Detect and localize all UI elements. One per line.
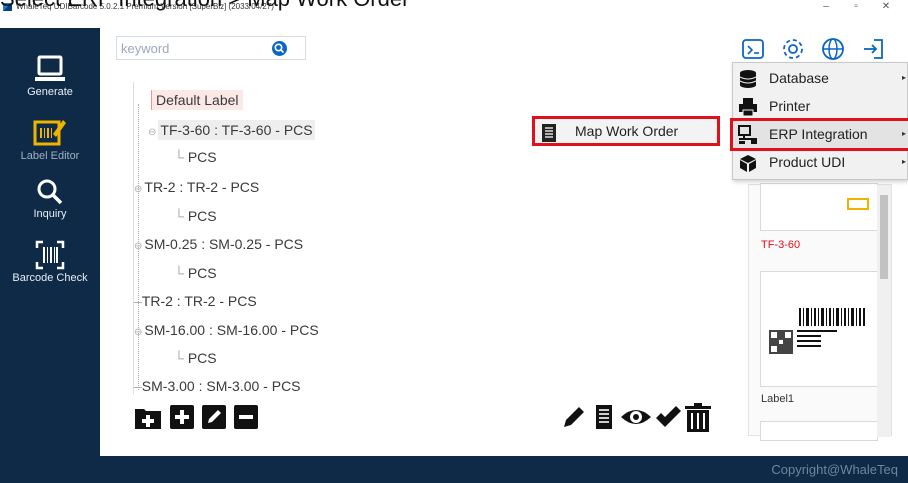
tree-row[interactable]: ⊖ SM-16.00 : SM-16.00 - PCS [134,322,319,338]
menuitem-printer[interactable]: Printer [733,93,908,121]
nav-inquiry-label: Inquiry [33,208,67,220]
main-panel: keyword Default Label ⊖ TF-3-60: TF-3-6… [100,28,908,456]
tree-row[interactable]: –TR-2 : TR-2 - PCS [134,293,257,309]
submenu-arrow-icon: ▸ [901,73,906,82]
tree-row[interactable]: └ PCS [174,208,217,224]
search-box[interactable]: keyword [116,36,306,60]
globe-icon[interactable] [820,36,846,62]
menuitem-erp-integration[interactable]: ERP Integration ▸ [730,118,908,151]
settings-dropdown-menu: Database ▸ Printer ERP Integration ▸ Pro… [730,62,908,180]
map-work-order-menuitem[interactable]: Map Work Order [532,116,720,146]
preview-eye-icon[interactable] [620,403,651,431]
tree-row-label[interactable]: TR-2 : TR-2 - PCS [144,179,259,195]
tree-row[interactable]: └ PCS [174,149,217,165]
menuitem-printer-label: Printer [769,98,811,114]
bottom-toolbar [134,400,734,434]
nav-generate-label: Generate [27,86,73,98]
printer-icon [739,98,757,117]
menuitem-erp-integration-label: ERP Integration [769,126,868,142]
tree-row-label[interactable]: SM-3.00 : SM-3.00 - PCS [142,378,301,394]
menuitem-database-label: Database [769,70,829,86]
logout-icon[interactable] [860,36,886,62]
thumbnail-label: Label1 [761,393,795,405]
footer-bar: Copyright@WhaleTeq [0,456,908,483]
tree-row-label[interactable]: SM-16.00 : SM-16.00 - PCS [144,322,318,338]
tree-row-label[interactable]: PCS [188,208,217,224]
tree-row[interactable]: ⊖ TF-3-60 : TF-3-60 - PCS [148,120,315,140]
nav-barcode-check[interactable]: Barcode Check [0,240,100,284]
remove-icon[interactable] [232,403,260,431]
label-thumbnail[interactable] [760,183,878,231]
barcode-preview-icon [769,308,865,354]
menuitem-product-udi-label: Product UDI [769,154,846,170]
magnifier-icon [37,179,63,205]
tree-row-label[interactable]: PCS [188,149,217,165]
check-icon[interactable] [654,403,682,431]
gear-icon[interactable] [780,36,806,62]
menuitem-product-udi[interactable]: Product UDI ▸ [733,149,908,177]
menuitem-database[interactable]: Database ▸ [733,65,908,93]
label-thumbnail-list: TF-3-60 Label1 [748,183,892,441]
tree-root[interactable]: Default Label [151,90,243,110]
laptop-icon [35,55,65,81]
edit-icon[interactable] [200,403,228,431]
tree-row[interactable]: ⊖ TR-2 : TR-2 - PCS [134,179,259,195]
tree-row-label[interactable]: SM-0.25 : SM-0.25 - PCS [144,236,303,252]
maximize-button[interactable]: ▫ [842,0,870,14]
submenu-arrow-icon: ▸ [901,157,906,166]
tree-row-label[interactable]: TR-2 : TR-2 - PCS [142,293,257,309]
label-thumbnail[interactable] [760,271,878,387]
instruction-caption: Select ERP Integration > Map Work Order [0,0,409,14]
thumbnail-scrollbar[interactable] [877,185,891,437]
map-work-order-label: Map Work Order [575,123,679,139]
tree-row-label[interactable]: PCS [188,265,217,281]
tree-root-label[interactable]: Default Label [151,90,243,110]
nav-inquiry[interactable]: Inquiry [0,178,100,220]
copyright-text: Copyright@WhaleTeq [771,462,898,477]
box-icon [740,155,756,172]
document-icon [542,124,556,142]
submenu-arrow-icon: ▸ [901,129,906,138]
nav-generate[interactable]: Generate [0,54,100,98]
close-button[interactable]: ✕ [872,0,900,14]
tree-row[interactable]: ⊖ SM-0.25 : SM-0.25 - PCS [134,236,303,252]
barcode-scan-icon [35,240,65,270]
scrollbar-thumb[interactable] [880,195,888,279]
tree-row-label[interactable]: PCS [188,350,217,366]
nav-barcode-check-label: Barcode Check [12,272,88,284]
pencil-icon[interactable] [560,403,588,431]
layout-icon[interactable] [740,36,766,62]
label-thumbnail[interactable] [760,421,878,441]
thumbnail-label: TF-3-60 [761,239,801,251]
tree-row[interactable]: └ PCS [174,265,217,281]
nav-label-editor[interactable]: Label Editor [0,116,100,162]
tree-row[interactable]: └ PCS [174,350,217,366]
search-input[interactable]: keyword [121,41,169,56]
network-icon [738,125,757,144]
minimize-button[interactable]: – [812,0,840,14]
database-icon [739,70,757,88]
trash-icon[interactable] [684,403,712,432]
add-item-icon[interactable] [168,403,196,431]
document-list-icon[interactable] [590,403,618,431]
search-icon[interactable] [272,41,287,56]
add-folder-icon[interactable] [134,403,162,431]
sidebar: Generate Label Editor Inquiry Barcode Ch… [0,28,100,456]
tree-row[interactable]: –SM-3.00 : SM-3.00 - PCS [134,378,301,394]
label-edit-icon [33,120,66,146]
nav-label-editor-label: Label Editor [20,150,80,162]
tree-row-label[interactable]: TF-3-60 : TF-3-60 - PCS [158,120,315,140]
